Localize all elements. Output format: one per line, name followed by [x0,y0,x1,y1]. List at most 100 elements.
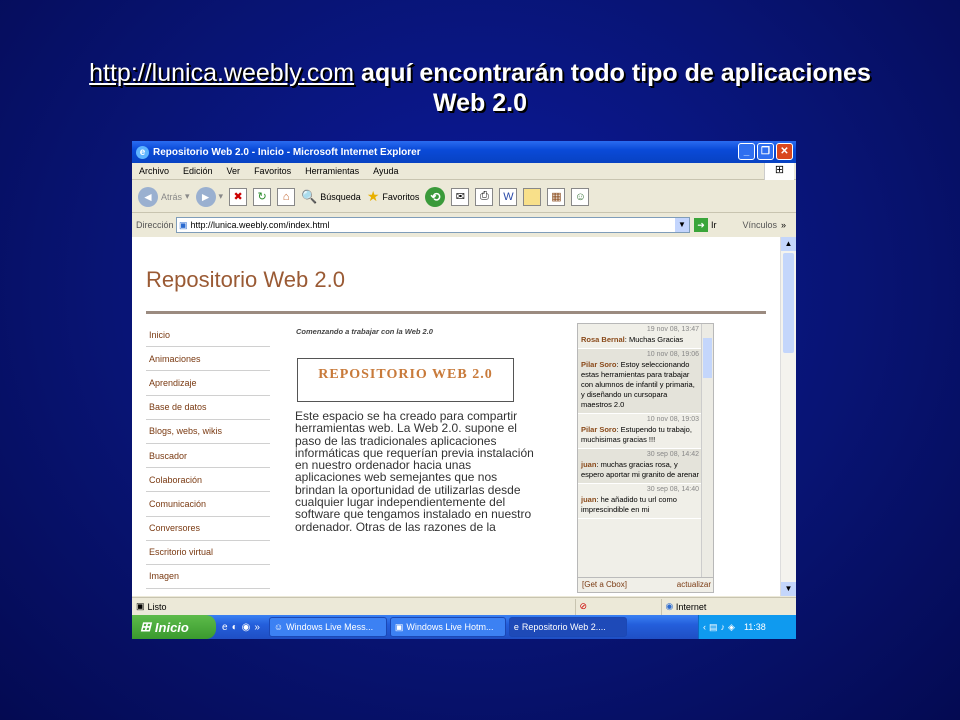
globe-icon: ◉ [665,601,674,611]
minimize-button[interactable]: _ [738,143,755,160]
favorites-button[interactable]: ★ Favoritos [367,188,420,205]
chat-time: 10 nov 08, 19:03 [646,416,699,423]
chevron-right-icon[interactable]: » [254,622,260,633]
start-label: Inicio [154,619,189,635]
links-label[interactable]: Vínculos [743,220,778,230]
slide-link[interactable]: http://lunica.weebly.com [89,59,354,87]
windows-flag-icon: ⊞ [764,163,794,180]
chat-message: 30 sep 08, 14:40 juan: he añadido tu url … [578,484,702,519]
forward-button[interactable]: ► ▾ [195,186,223,207]
slide-title-line2: Web 2.0 [432,89,528,117]
nav-aprendizaje[interactable]: Aprendizaje [146,371,270,396]
popup-blocked-icon: ⊘ [574,598,661,615]
menu-archivo[interactable]: Archivo [132,166,176,176]
firefox-quicklaunch-icon[interactable]: ◉ [242,622,251,633]
nav-imagen[interactable]: Imagen [146,565,270,590]
back-button[interactable]: ◄ Atrás ▾ [138,186,190,207]
task-label: Windows Live Hotm... [406,622,494,632]
nav-escritorio-virtual[interactable]: Escritorio virtual [146,541,270,565]
address-dropdown-icon[interactable]: ▼ [675,218,689,232]
ie-quicklaunch-icon[interactable]: e [222,622,228,633]
close-button[interactable]: ✕ [776,143,793,160]
chat-time: 10 nov 08, 19:06 [646,351,699,358]
chat-author: Rosa Bernal [581,335,625,344]
scroll-up-icon[interactable]: ▲ [781,237,796,251]
task-repositorio[interactable]: e Repositorio Web 2.... [508,617,627,637]
system-tray: ‹ ▤ ♪ ◈ 11:38 [698,615,796,639]
window-title: Repositorio Web 2.0 - Inicio - Microsoft… [153,146,421,158]
chat-scroll-thumb[interactable] [703,338,712,378]
word-icon[interactable]: W [499,187,518,206]
nav-base-de-datos[interactable]: Base de datos [146,396,270,420]
messenger-icon: ☺ [273,622,284,632]
shield-icon[interactable]: ◈ [728,622,735,633]
volume-icon[interactable]: ♪ [721,622,726,632]
quick-launch: e ◐ ◉ » [216,622,266,633]
status-page-icon: ▣ [136,601,145,611]
messenger-icon[interactable]: ☺ [571,187,590,206]
get-cbox-link[interactable]: [Get a Cbox] [582,580,627,590]
page-viewport: Repositorio Web 2.0 Inicio Animaciones A… [132,237,796,596]
chat-time: 19 nov 08, 13:47 [646,326,699,333]
task-label: Windows Live Mess... [286,622,374,632]
tray-expand-icon[interactable]: ‹ [703,622,706,632]
page-scrollbar[interactable]: ▲ ▼ [780,237,796,596]
nav-colaboracion[interactable]: Colaboración [146,468,270,493]
search-label: Búsqueda [320,191,361,202]
intro-heading: Comenzando a trabajar con la Web 2.0 [296,327,433,336]
title-divider [146,311,766,314]
chat-footer: [Get a Cbox] actualizar [578,577,713,592]
nav-comunicacion[interactable]: Comunicación [146,492,270,517]
chat-message: 19 nov 08, 13:47 Rosa Bernal: Muchas Grac… [578,324,702,349]
scroll-thumb[interactable] [783,253,794,353]
history-icon[interactable]: ⟲ [425,186,446,207]
print-icon[interactable]: ⎙ [475,187,494,206]
window-icon: ▣ [394,621,404,632]
mail-icon[interactable]: ✉ [451,187,470,206]
nav-conversores[interactable]: Conversores [146,517,270,541]
home-icon[interactable]: ⌂ [277,187,296,206]
network-icon[interactable]: ▤ [709,622,718,633]
chat-author: juan [581,460,597,469]
address-label: Dirección [136,220,174,230]
refresh-icon[interactable]: ↻ [253,187,272,206]
research-icon[interactable]: ▦ [547,187,566,206]
maximize-button[interactable]: ❐ [757,143,774,160]
scroll-down-icon[interactable]: ▼ [781,582,796,596]
task-hotmail[interactable]: ▣ Windows Live Hotm... [389,617,506,637]
search-icon: 🔍 [301,188,318,204]
menu-ayuda[interactable]: Ayuda [366,166,405,176]
chat-message: 10 nov 08, 19:06 Pilar Soro: Estoy selecc… [578,349,702,414]
stop-icon[interactable]: ✖ [229,187,248,206]
page-icon: ▣ [179,219,188,230]
nav-inicio[interactable]: Inicio [146,323,270,348]
chat-box: 19 nov 08, 13:47 Rosa Bernal: Muchas Grac… [577,323,714,593]
menu-edicion[interactable]: Edición [176,166,220,176]
go-arrow-icon[interactable]: ➜ [694,218,708,232]
go-button[interactable]: Ir [711,220,717,230]
search-button[interactable]: 🔍 Búsqueda [301,189,361,205]
refresh-link[interactable]: actualizar [677,580,711,590]
clock[interactable]: 11:38 [744,622,766,632]
task-messenger[interactable]: ☺ Windows Live Mess... [268,617,387,637]
favorites-label: Favoritos [382,191,420,202]
menu-bar: Archivo Edición Ver Favoritos Herramient… [132,163,796,180]
menu-herramientas[interactable]: Herramientas [298,166,366,176]
nav-buscador[interactable]: Buscador [146,444,270,469]
site-nav: Inicio Animaciones Aprendizaje Base de d… [146,323,270,590]
back-arrow-icon: ◄ [138,186,158,207]
start-button[interactable]: ⊞ Inicio [132,615,216,639]
address-input[interactable]: ▣ http://lunica.weebly.com/index.html ▼ [176,217,690,233]
chat-text: : he añadido tu url como imprescindible … [581,495,677,514]
menu-ver[interactable]: Ver [220,166,248,176]
chat-message: 10 nov 08, 19:03 Pilar Soro: Estupendo tu… [578,414,702,449]
menu-favoritos[interactable]: Favoritos [247,166,298,176]
nav-blogs[interactable]: Blogs, webs, wikis [146,420,270,444]
ie-window: e Repositorio Web 2.0 - Inicio - Microso… [132,141,796,639]
note-icon[interactable] [523,187,542,206]
media-quicklaunch-icon[interactable]: ◐ [232,622,238,633]
chat-scrollbar[interactable] [701,324,713,578]
chevron-right-icon[interactable]: » [781,220,786,230]
title-bar: e Repositorio Web 2.0 - Inicio - Microso… [132,141,796,163]
nav-animaciones[interactable]: Animaciones [146,347,270,372]
